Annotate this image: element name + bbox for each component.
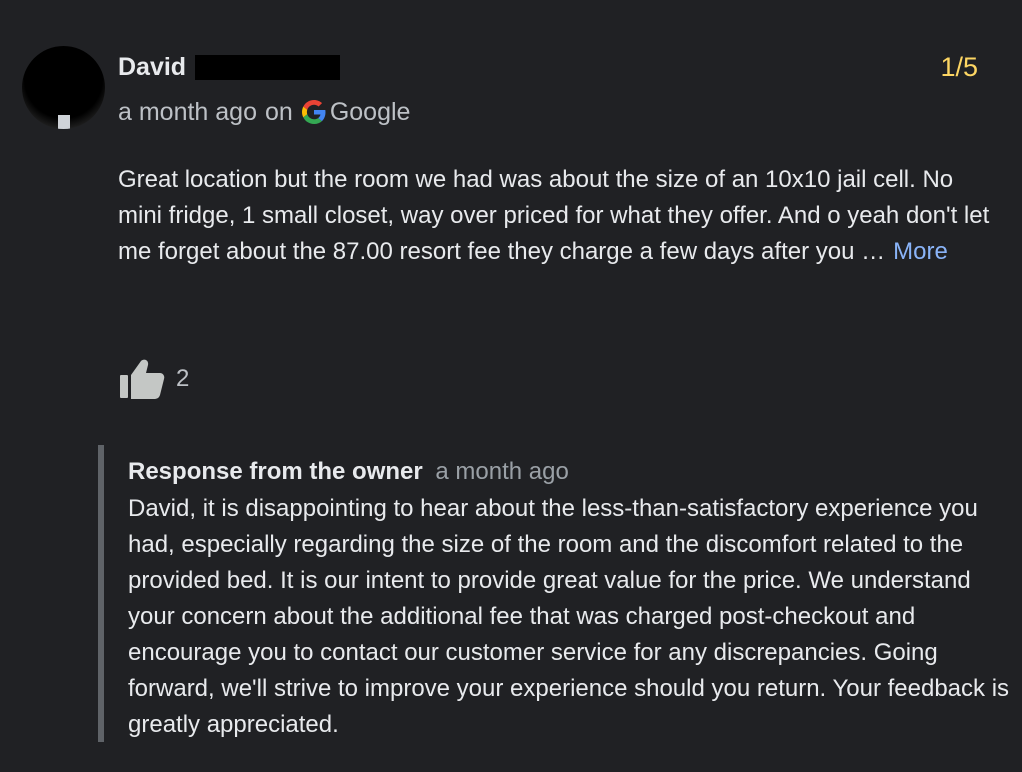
google-g-icon xyxy=(301,100,326,124)
review-meta: a month ago on Google xyxy=(118,97,410,127)
avatar-collar xyxy=(58,115,70,129)
review-source: Google xyxy=(329,98,411,126)
like-count: 2 xyxy=(176,365,190,392)
thumbs-up-icon[interactable] xyxy=(118,358,166,400)
reviewer-avatar[interactable] xyxy=(22,46,105,129)
owner-response-header: Response from the owner a month ago xyxy=(128,457,569,487)
more-button[interactable]: More xyxy=(893,238,948,265)
owner-response-label: Response from the owner xyxy=(128,458,423,485)
review-time: a month ago xyxy=(118,98,257,126)
owner-response-time: a month ago xyxy=(435,458,569,485)
reviewer-name[interactable]: David xyxy=(118,52,186,82)
review-body: Great location but the room we had was a… xyxy=(118,166,990,265)
review-rating: 1/5 xyxy=(940,52,978,82)
review-text: Great location but the room we had was a… xyxy=(118,162,998,270)
like-row: 2 xyxy=(118,358,189,400)
owner-response-text: David, it is disappointing to hear about… xyxy=(128,495,1010,738)
owner-response: Response from the owner a month ago Davi… xyxy=(98,445,1014,742)
review-on-label: on xyxy=(265,98,293,126)
redaction-bar xyxy=(195,55,340,80)
